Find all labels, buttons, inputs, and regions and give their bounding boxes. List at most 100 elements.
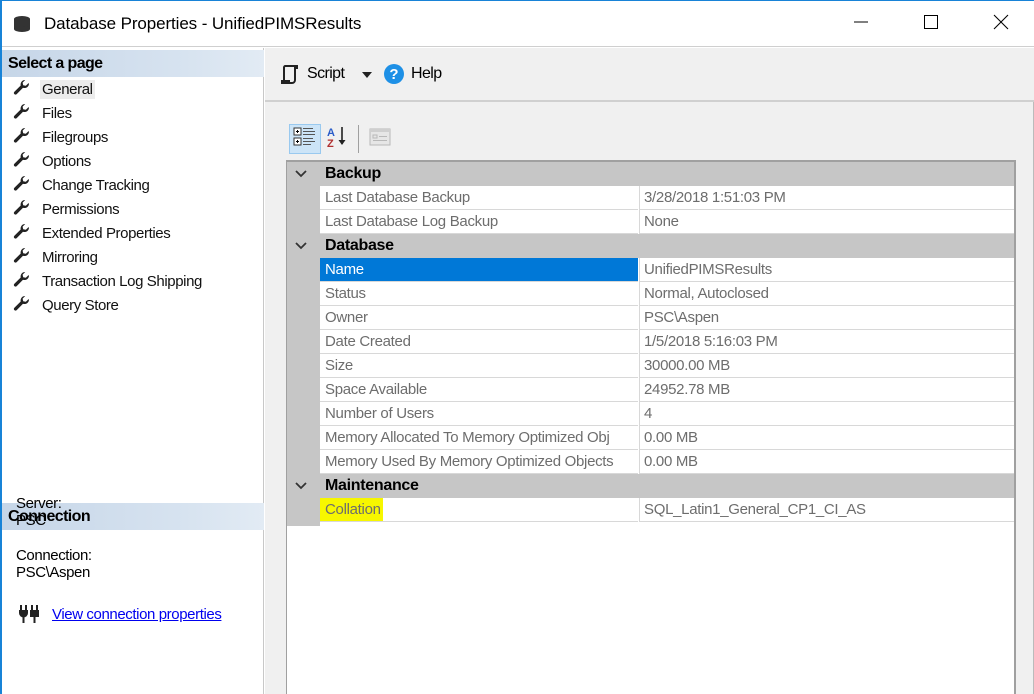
property-value: None xyxy=(639,210,1014,234)
plug-icon xyxy=(18,604,40,624)
wrench-icon xyxy=(12,200,32,218)
property-name: Number of Users xyxy=(320,402,638,426)
maximize-button[interactable] xyxy=(908,1,954,47)
property-value: 1/5/2018 5:16:03 PM xyxy=(639,330,1014,354)
page-item-label: Change Tracking xyxy=(42,176,150,194)
connection-label: Connection: xyxy=(16,547,92,564)
category-label: Maintenance xyxy=(325,477,419,494)
property-row[interactable]: Status Normal, Autoclosed xyxy=(287,282,1014,306)
page-item-general[interactable]: General xyxy=(2,77,264,101)
property-name: Last Database Backup xyxy=(320,186,638,210)
property-value: 30000.00 MB xyxy=(639,354,1014,378)
close-icon xyxy=(993,14,1009,34)
category-backup[interactable]: Backup xyxy=(287,162,1014,186)
category-maintenance[interactable]: Maintenance xyxy=(287,474,1014,498)
categorized-icon xyxy=(293,126,317,152)
page-item-label: General xyxy=(40,79,95,99)
help-label: Help xyxy=(411,65,442,82)
property-value: PSC\Aspen xyxy=(639,306,1014,330)
property-row[interactable]: Size 30000.00 MB xyxy=(287,354,1014,378)
wrench-icon xyxy=(12,248,32,266)
category-label: Backup xyxy=(325,165,381,182)
window-title: Database Properties - UnifiedPIMSResults xyxy=(44,14,362,33)
page-item-label: Permissions xyxy=(42,200,120,218)
wrench-icon xyxy=(12,272,32,290)
property-row[interactable]: Space Available 24952.78 MB xyxy=(287,378,1014,402)
script-dropdown-button[interactable] xyxy=(361,62,375,86)
property-name: Date Created xyxy=(320,330,638,354)
wrench-icon xyxy=(12,152,32,170)
script-label: Script xyxy=(307,65,345,82)
category-database[interactable]: Database xyxy=(287,234,1014,258)
property-row-selected[interactable]: Name UnifiedPIMSResults xyxy=(287,258,1014,282)
property-name: Name xyxy=(320,258,638,282)
category-label: Database xyxy=(325,237,394,254)
view-connection-properties[interactable]: View connection properties xyxy=(18,604,222,624)
chevron-down-icon[interactable] xyxy=(293,478,309,494)
property-name: Memory Allocated To Memory Optimized Obj xyxy=(320,426,638,450)
property-name: Last Database Log Backup xyxy=(320,210,638,234)
property-row-collation[interactable]: Collation SQL_Latin1_General_CP1_CI_AS xyxy=(287,498,1014,522)
caret-down-icon xyxy=(361,66,373,83)
page-item-label: Query Store xyxy=(42,296,119,314)
page-item-permissions[interactable]: Permissions xyxy=(2,197,264,221)
page-item-query-store[interactable]: Query Store xyxy=(2,293,264,317)
alphabetical-button[interactable]: AZ xyxy=(321,124,353,154)
close-button[interactable] xyxy=(978,1,1024,47)
wrench-icon xyxy=(12,224,32,242)
property-value: SQL_Latin1_General_CP1_CI_AS xyxy=(639,498,1014,522)
help-button[interactable]: ? Help xyxy=(383,62,442,86)
property-row[interactable]: Last Database Log Backup None xyxy=(287,210,1014,234)
property-row[interactable]: Memory Allocated To Memory Optimized Obj… xyxy=(287,426,1014,450)
toolbar-separator xyxy=(358,125,359,153)
property-pages-button[interactable] xyxy=(364,124,396,154)
view-connection-properties-link[interactable]: View connection properties xyxy=(52,606,222,623)
wrench-icon xyxy=(12,296,32,314)
property-row[interactable]: Memory Used By Memory Optimized Objects … xyxy=(287,450,1014,474)
page-item-transaction-log-shipping[interactable]: Transaction Log Shipping xyxy=(2,269,264,293)
property-grid-toolbar: AZ xyxy=(289,124,396,154)
page-item-options[interactable]: Options xyxy=(2,149,264,173)
wrench-icon xyxy=(12,176,32,194)
property-row[interactable]: Last Database Backup 3/28/2018 1:51:03 P… xyxy=(287,186,1014,210)
property-grid: Backup Last Database Backup 3/28/2018 1:… xyxy=(286,160,1016,694)
minimize-button[interactable] xyxy=(838,1,884,47)
main-panel: Script ? Help AZ Backup Last Database Ba… xyxy=(265,48,1034,694)
wrench-icon xyxy=(12,128,32,146)
property-row[interactable]: Owner PSC\Aspen xyxy=(287,306,1014,330)
connection-value: PSC\Aspen xyxy=(16,564,90,581)
chevron-down-icon[interactable] xyxy=(293,238,309,254)
chevron-down-icon[interactable] xyxy=(293,166,309,182)
database-properties-window: Database Properties - UnifiedPIMSResults… xyxy=(0,0,1034,694)
highlighted-text: Collation xyxy=(320,498,383,521)
sort-az-icon: AZ xyxy=(325,125,349,153)
page-item-label: Extended Properties xyxy=(42,224,171,242)
page-item-mirroring[interactable]: Mirroring xyxy=(2,245,264,269)
database-icon xyxy=(13,15,31,33)
page-item-label: Transaction Log Shipping xyxy=(42,272,202,290)
property-value: 24952.78 MB xyxy=(639,378,1014,402)
page-item-files[interactable]: Files xyxy=(2,101,264,125)
categorized-button[interactable] xyxy=(289,124,321,154)
left-panel: Select a page General Files Filegroups O… xyxy=(2,48,264,694)
page-item-change-tracking[interactable]: Change Tracking xyxy=(2,173,264,197)
page-list: General Files Filegroups Options Change … xyxy=(2,77,264,317)
page-item-label: Filegroups xyxy=(42,128,109,146)
select-page-header: Select a page xyxy=(2,50,264,77)
property-value: UnifiedPIMSResults xyxy=(639,258,1014,282)
property-row[interactable]: Number of Users 4 xyxy=(287,402,1014,426)
script-button[interactable]: Script xyxy=(279,62,345,86)
wrench-icon xyxy=(12,104,32,122)
property-value: 0.00 MB xyxy=(639,426,1014,450)
svg-text:Z: Z xyxy=(327,138,334,149)
property-pages-icon xyxy=(369,127,391,151)
title-bar: Database Properties - UnifiedPIMSResults xyxy=(2,1,1034,47)
property-name: Collation xyxy=(320,498,638,522)
property-value: 3/28/2018 1:51:03 PM xyxy=(639,186,1014,210)
page-item-extended-properties[interactable]: Extended Properties xyxy=(2,221,264,245)
property-row[interactable]: Date Created 1/5/2018 5:16:03 PM xyxy=(287,330,1014,354)
connection-info: Server: PSC Connection: PSC\Aspen xyxy=(16,495,256,581)
maximize-icon xyxy=(923,14,939,34)
page-item-filegroups[interactable]: Filegroups xyxy=(2,125,264,149)
minimize-icon xyxy=(853,14,869,34)
